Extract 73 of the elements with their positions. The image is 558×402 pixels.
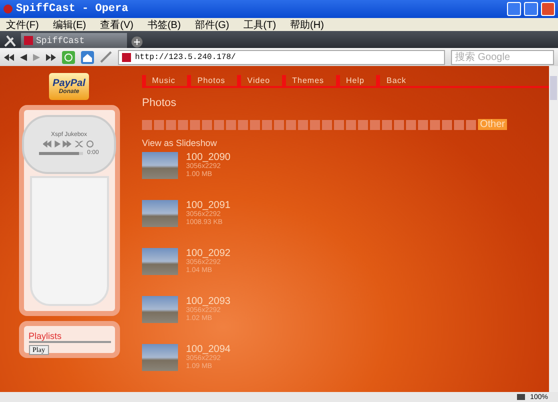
window-title: SpiffCast - Opera: [16, 3, 130, 15]
index-tab[interactable]: [454, 120, 464, 130]
search-field[interactable]: 搜索 Google: [451, 50, 554, 64]
index-tab[interactable]: [214, 120, 224, 130]
address-field[interactable]: http://123.5.240.178/: [118, 50, 445, 64]
index-tab[interactable]: [142, 120, 152, 130]
nav-link[interactable]: Video: [237, 75, 278, 86]
index-tab[interactable]: [166, 120, 176, 130]
minimize-button[interactable]: [507, 2, 521, 16]
menu-item[interactable]: 部件(G): [194, 18, 230, 32]
photo-name[interactable]: 100_2094: [186, 344, 230, 355]
index-tab[interactable]: [466, 120, 476, 130]
index-tab[interactable]: [310, 120, 320, 130]
index-tab[interactable]: [154, 120, 164, 130]
menu-item[interactable]: 帮助(H): [290, 18, 324, 32]
photo-name[interactable]: 100_2093: [186, 296, 230, 307]
nav-link[interactable]: Themes: [282, 75, 332, 86]
menu-item[interactable]: 文件(F): [6, 18, 39, 32]
nav-link[interactable]: Back: [376, 75, 414, 86]
index-tab[interactable]: [358, 120, 368, 130]
photo-placeholder[interactable]: [142, 248, 178, 275]
nav-link[interactable]: Help: [336, 75, 372, 86]
progress-track[interactable]: [39, 152, 84, 155]
index-tab[interactable]: [322, 120, 332, 130]
home-icon[interactable]: [81, 50, 94, 64]
playback-controls-icon[interactable]: [43, 140, 95, 148]
browser-tab[interactable]: SpiffCast: [21, 33, 127, 48]
index-tab[interactable]: [430, 120, 440, 130]
index-tab[interactable]: [334, 120, 344, 130]
photo-name[interactable]: 100_2092: [186, 248, 230, 259]
menu-item[interactable]: 工具(T): [243, 18, 276, 32]
close-button[interactable]: [541, 2, 555, 16]
index-tab[interactable]: [190, 120, 200, 130]
plus-icon[interactable]: [131, 36, 143, 48]
photo-placeholder[interactable]: [142, 296, 178, 323]
index-tab[interactable]: [346, 120, 356, 130]
maximize-button[interactable]: [524, 2, 538, 16]
index-tab[interactable]: [274, 120, 284, 130]
index-tab[interactable]: [202, 120, 212, 130]
index-tab[interactable]: [406, 120, 416, 130]
photo-placeholder[interactable]: [142, 344, 178, 371]
nav-link[interactable]: Music: [142, 75, 184, 86]
back-icon[interactable]: [20, 54, 27, 60]
slideshow-link[interactable]: View as Slideshow: [142, 138, 217, 148]
index-tab[interactable]: [226, 120, 236, 130]
index-tab[interactable]: [394, 120, 404, 130]
photo-placeholder[interactable]: [142, 200, 178, 227]
nav-link[interactable]: Photos: [187, 75, 234, 86]
status-icon[interactable]: [517, 394, 526, 400]
index-tab[interactable]: [382, 120, 392, 130]
photo-name[interactable]: 100_2091: [186, 200, 230, 211]
app-icon: [3, 4, 13, 14]
photo-placeholder[interactable]: [142, 152, 178, 179]
menu-item[interactable]: 查看(V): [100, 18, 134, 32]
index-tab[interactable]: [442, 120, 452, 130]
reload-icon[interactable]: [62, 50, 75, 64]
index-tab[interactable]: [178, 120, 188, 130]
index-tab[interactable]: [418, 120, 428, 130]
menu-item[interactable]: 编辑(E): [52, 18, 86, 32]
index-tab[interactable]: [370, 120, 380, 130]
index-tab[interactable]: [262, 120, 272, 130]
index-tab[interactable]: [298, 120, 308, 130]
index-tab[interactable]: [238, 120, 248, 130]
page-heading: Photos: [142, 97, 178, 109]
forward-icon[interactable]: [33, 54, 40, 60]
playlists-label: Playlists: [28, 331, 62, 341]
rewind-icon[interactable]: [4, 54, 14, 60]
menu-item[interactable]: 书签(B): [147, 18, 181, 32]
pen-icon[interactable]: [100, 51, 112, 63]
index-tab[interactable]: [250, 120, 260, 130]
photo-name[interactable]: 100_2090: [186, 152, 230, 163]
fast-forward-icon[interactable]: [46, 54, 56, 60]
index-tab[interactable]: [286, 120, 296, 130]
